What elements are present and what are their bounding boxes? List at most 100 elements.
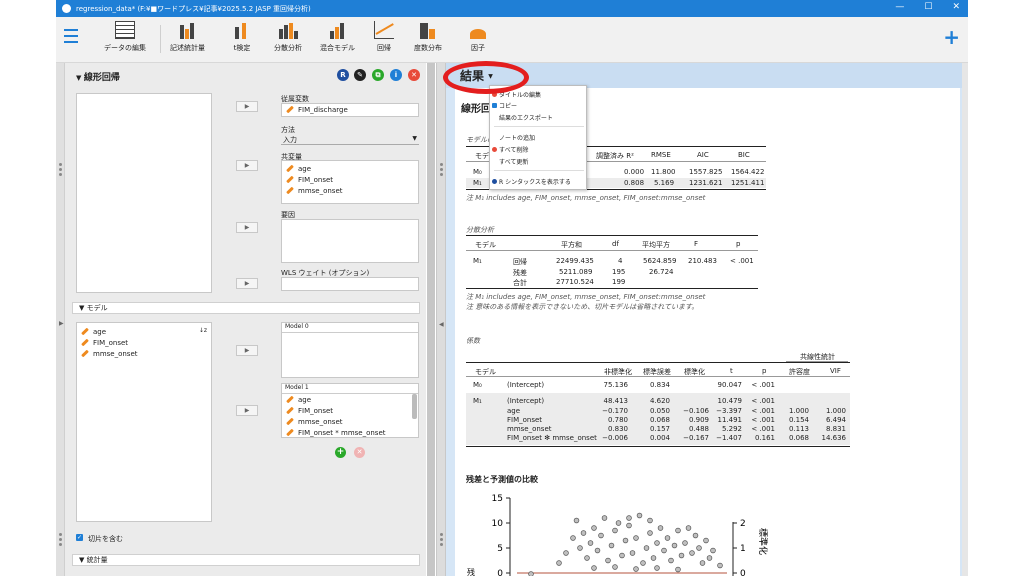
covariates-list[interactable]: age FIM_onset mmse_onset [281,160,419,204]
list-item[interactable]: mmse_onset [282,416,418,427]
method-select[interactable]: 入力 ▼ [281,134,419,145]
data-edit-button[interactable]: データの編集 [104,21,146,53]
table-cell: 残差 [513,269,527,277]
statistics-section-header[interactable]: ▼ 統計量 [72,554,420,566]
minimize-button[interactable]: — [895,2,904,12]
collapse-left-icon[interactable]: ◀ [439,321,444,328]
assign-model0-button[interactable]: ▶ [236,345,258,356]
anova-caption[interactable]: 分散分析 [466,225,494,235]
anova-icon [278,21,298,39]
chevron-down-icon: ▼ [412,135,417,142]
panel-splitter[interactable]: ◀ [436,63,446,576]
table-cell: 0.834 [649,381,670,389]
info-icon[interactable]: i [390,69,402,81]
assign-wls-button[interactable]: ▶ [236,278,258,289]
table-cell: M₀ [473,168,482,176]
wls-weights-field[interactable] [281,277,419,291]
col-header-model: モデ [475,152,489,160]
menu-item-export[interactable]: 結果のエクスポート [499,113,553,122]
left-panel-scrollbar[interactable] [427,63,435,576]
results-scrollbar[interactable] [962,63,968,576]
scale-variable-icon [286,164,294,173]
coefficients-caption[interactable]: 係数 [466,336,480,346]
table-cell: FIM_onset ✻ mmse_onset [507,434,597,442]
add-module-button[interactable]: + [943,25,960,49]
remove-model-icon[interactable]: ✕ [354,447,365,458]
model-section-header[interactable]: ▼ モデル [72,302,420,314]
assign-factor-button[interactable]: ▶ [236,222,258,233]
scatter-point [570,535,576,541]
col-header-t: t [730,367,733,375]
model-components-list[interactable]: ↓z age FIM_onset mmse_onset [76,322,212,522]
menu-item-copy[interactable]: コピー [499,101,517,110]
annotation-highlight-circle [443,61,529,94]
y2-tick-label: 1 [740,544,746,554]
list-item[interactable]: mmse_onset [282,185,418,196]
scatter-point [647,530,653,536]
scatter-point [563,550,569,556]
menu-item-remove-all[interactable]: すべて削除 [499,145,528,154]
analysis-header[interactable]: ▼ 線形回帰 [76,70,120,83]
list-item[interactable]: FIM_onset [282,174,418,185]
menu-item-show-r-syntax[interactable]: R シンタックスを表示する [499,177,571,186]
frequencies-button[interactable]: 度数分布 [414,21,442,53]
scatter-point [664,535,671,541]
scatter-point [654,540,660,546]
add-model-icon[interactable]: + [335,447,346,458]
factors-list[interactable] [281,219,419,263]
analysis-output-title[interactable]: 線形回 [461,100,491,115]
mixed-models-icon [328,21,348,39]
list-item[interactable]: age [77,326,211,337]
scatter-point [706,555,713,561]
expand-left-icon[interactable]: ▶ [59,320,64,327]
assign-dependent-button[interactable]: ▶ [236,101,258,112]
assign-model1-button[interactable]: ▶ [236,405,258,416]
table-cell: 0.068 [788,434,809,442]
include-intercept-label: 切片を含む [88,535,123,543]
table-cell: M₁ [473,179,482,187]
edit-title-icon[interactable]: ✎ [354,69,366,81]
duplicate-icon[interactable]: ⧉ [372,69,384,81]
mixed-models-button[interactable]: 混合モデル [320,21,355,53]
descriptives-button[interactable]: 記述統計量 [170,21,205,53]
anova-button[interactable]: 分散分析 [274,21,302,53]
scale-variable-icon [286,395,294,404]
list-item[interactable]: FIM_onset * mmse_onset [282,427,418,437]
sort-icon[interactable]: ↓z [199,327,207,334]
scatter-point [657,525,664,531]
menu-item-refresh-all[interactable]: すべて更新 [499,157,528,166]
regression-button[interactable]: 回帰 [374,21,394,53]
table-cell: 0.780 [607,416,628,424]
scatter-point [612,564,618,570]
list-scrollbar[interactable] [412,394,417,419]
table-cell: −0.106 [683,407,709,415]
dependent-field[interactable]: FIM_discharge [281,103,419,117]
list-item[interactable]: mmse_onset [77,348,211,359]
list-item[interactable]: age [282,163,418,174]
chart-title[interactable]: 残差と予測値の比較 [466,474,538,485]
table-cell: 75.136 [603,381,629,389]
menu-item-add-note[interactable]: ノートの追加 [499,133,535,142]
scale-variable-icon [286,186,294,195]
factor-button[interactable]: 因子 [468,21,488,53]
table-note: 注 M₁ includes age, FIM_onset, mmse_onset… [466,194,706,202]
include-intercept-checkbox[interactable]: ✓ [76,534,83,541]
list-item[interactable]: FIM_onset [77,337,211,348]
hamburger-menu-icon[interactable] [64,29,78,43]
list-item[interactable]: FIM_onset [282,405,418,416]
col-header-df: df [612,240,619,248]
table-cell: −1.407 [716,434,742,442]
r-syntax-icon[interactable]: R [337,69,349,81]
available-variables-list[interactable] [76,93,212,293]
col-header-ss: 平方和 [561,241,582,249]
y2-tick-label: 2 [740,519,746,529]
ttest-button[interactable]: t検定 [232,21,252,53]
close-window-button[interactable]: ✕ [952,2,960,12]
assign-covariate-button[interactable]: ▶ [236,160,258,171]
list-item[interactable]: age [282,394,418,405]
maximize-button[interactable]: ☐ [924,2,932,12]
model1-list[interactable]: Model 1 age FIM_onset mmse_onset FIM_ons… [281,383,419,438]
remove-analysis-icon[interactable]: ✕ [408,69,420,81]
model0-list[interactable]: Model 0 [281,322,419,378]
table-cell: 11.491 [717,416,743,424]
